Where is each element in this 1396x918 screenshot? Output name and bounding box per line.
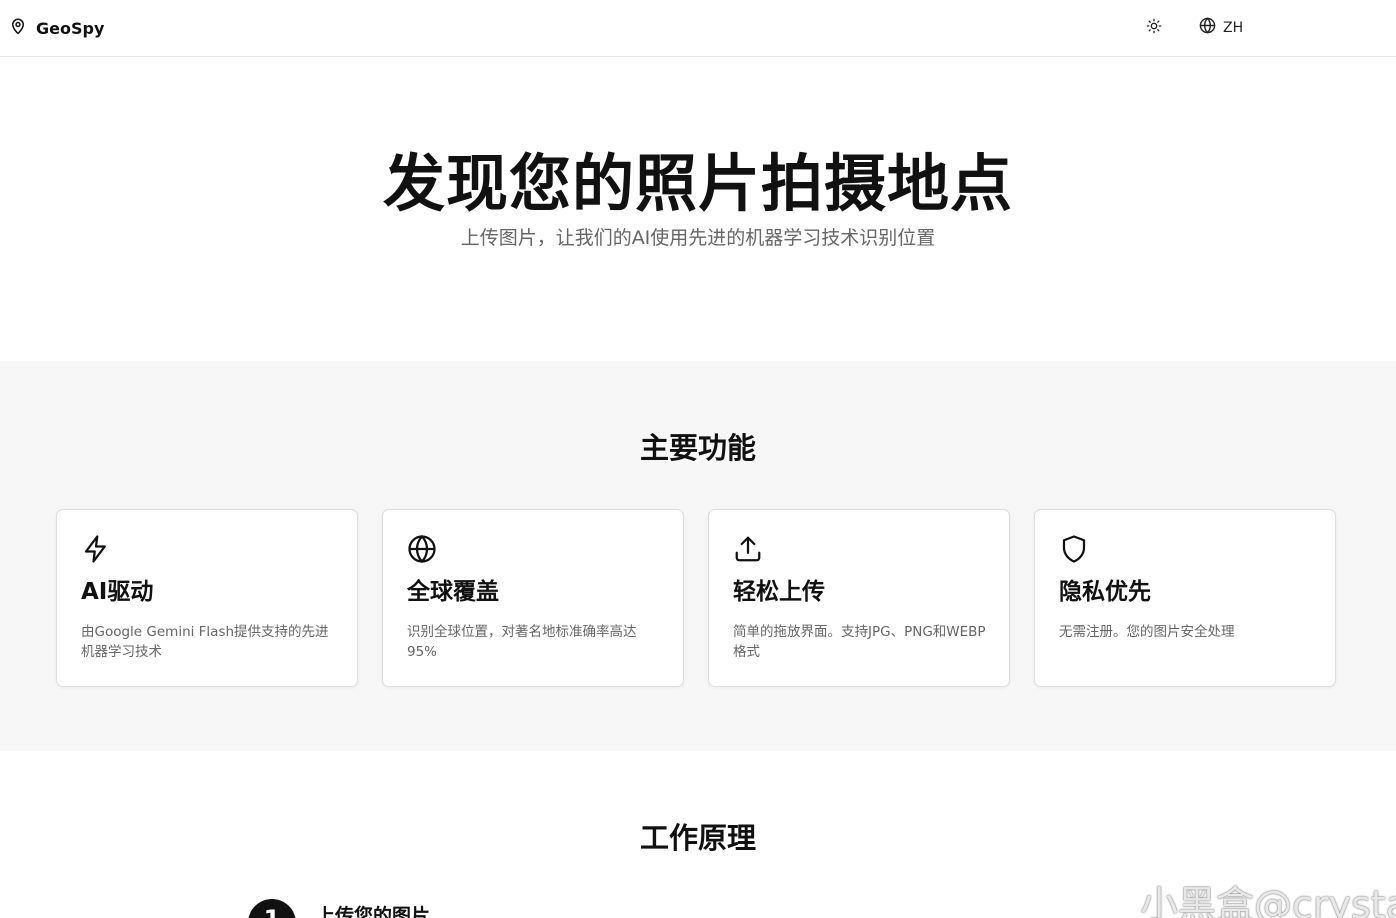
- feature-card-upload: 轻松上传 简单的拖放界面。支持JPG、PNG和WEBP格式: [708, 509, 1010, 687]
- sun-icon: [1146, 18, 1162, 38]
- feature-card-ai: AI驱动 由Google Gemini Flash提供支持的先进机器学习技术: [56, 509, 358, 687]
- feature-card-title: 全球覆盖: [407, 579, 499, 605]
- shield-icon: [1059, 534, 1089, 564]
- feature-card-desc: 简单的拖放界面。支持JPG、PNG和WEBP格式: [733, 624, 986, 660]
- how-it-works-title: 工作原理: [639, 821, 756, 855]
- features-title: 主要功能: [639, 431, 756, 465]
- step-title: 上传您的图片: [316, 905, 431, 918]
- brand-name: GeoSpy: [36, 18, 105, 38]
- map-pin-icon: [9, 16, 27, 40]
- feature-card-title: 隐私优先: [1059, 579, 1151, 605]
- feature-card-title: AI驱动: [81, 579, 154, 605]
- feature-card-privacy: 隐私优先 无需注册。您的图片安全处理: [1034, 509, 1336, 687]
- feature-card-desc: 无需注册。您的图片安全处理: [1059, 624, 1235, 640]
- feature-card-global: 全球覆盖 识别全球位置，对著名地标准确率高达95%: [382, 509, 684, 687]
- globe-icon: [407, 534, 437, 564]
- language-switch-button[interactable]: ZH: [1199, 17, 1243, 38]
- theme-toggle-button[interactable]: [1143, 17, 1165, 39]
- globe-icon: [1199, 17, 1216, 38]
- top-nav: GeoSpy ZH: [0, 0, 1396, 57]
- feature-card-desc: 由Google Gemini Flash提供支持的先进机器学习技术: [81, 624, 329, 660]
- step-number-badge: 1: [248, 899, 296, 918]
- features-section: 主要功能 AI驱动 由Google Gemini Flash提供支持的先进机器学…: [0, 361, 1396, 751]
- feature-card-desc: 识别全球位置，对著名地标准确率高达95%: [407, 624, 637, 660]
- brand-link[interactable]: GeoSpy: [9, 16, 104, 40]
- feature-card-title: 轻松上传: [733, 579, 825, 605]
- hero-subtitle: 上传图片，让我们的AI使用先进的机器学习技术识别位置: [460, 227, 936, 249]
- hero-title: 发现您的照片拍摄地点: [382, 147, 1013, 220]
- hero-section: 发现您的照片拍摄地点 上传图片，让我们的AI使用先进的机器学习技术识别位置: [0, 57, 1396, 361]
- watermark: 小黑盒@crystalz: [1140, 883, 1396, 918]
- language-label: ZH: [1223, 19, 1244, 36]
- upload-icon: [733, 534, 763, 564]
- lightning-icon: [81, 534, 111, 564]
